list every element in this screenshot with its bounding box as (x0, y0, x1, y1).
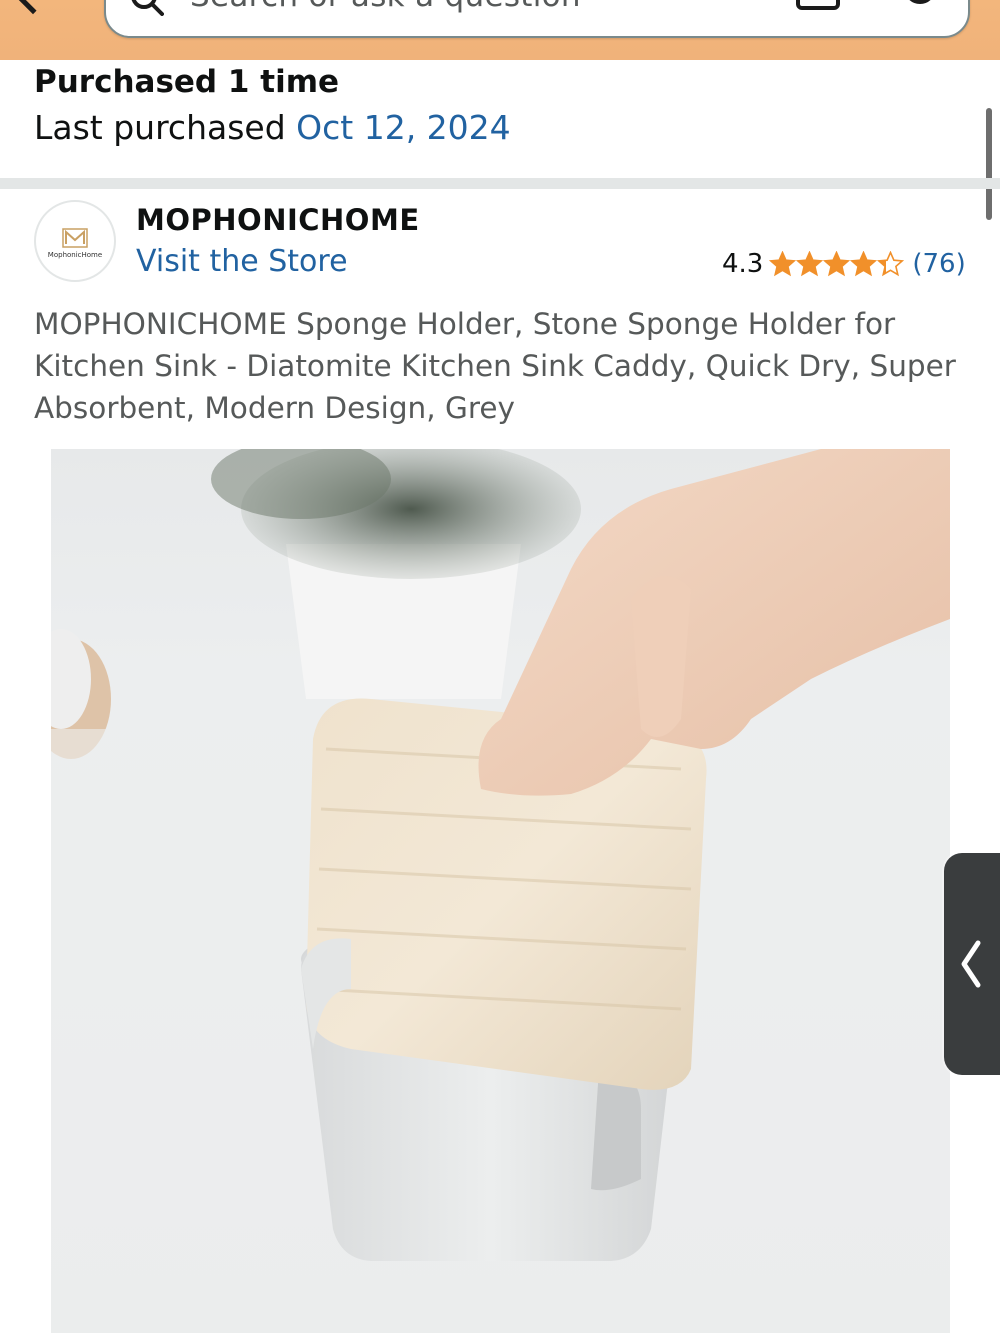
purchase-history: Purchased 1 time Last purchased Oct 12, … (0, 60, 1000, 178)
last-purchased-label: Last purchased (34, 108, 297, 147)
brand-logo-text: MophonicHome (47, 250, 103, 259)
star-icon (769, 251, 797, 277)
purchase-count: Purchased 1 time (34, 64, 340, 100)
side-panel-handle[interactable] (944, 853, 1000, 1075)
camera-icon[interactable] (796, 0, 840, 10)
star-rating (769, 251, 905, 277)
product-image[interactable] (51, 449, 950, 1333)
last-purchased: Last purchased Oct 12, 2024 (34, 108, 511, 147)
star-icon (850, 251, 878, 277)
microphone-icon[interactable] (902, 0, 938, 12)
back-chevron-icon[interactable] (11, 0, 55, 15)
search-input[interactable]: Search or ask a question (104, 0, 970, 38)
product-title[interactable]: MOPHONICHOME Sponge Holder, Stone Sponge… (34, 303, 974, 429)
scrollbar[interactable] (986, 108, 992, 220)
rating-value: 4.3 (722, 249, 764, 279)
last-purchased-date[interactable]: Oct 12, 2024 (296, 108, 511, 147)
section-divider (0, 178, 1000, 189)
star-icon (796, 251, 824, 277)
star-icon (823, 251, 851, 277)
product-photo (51, 449, 950, 1333)
rating-summary[interactable]: 4.3 (76) (722, 247, 966, 281)
chevron-left-icon (961, 940, 981, 988)
rating-count-link[interactable]: (76) (912, 249, 965, 279)
brand-logo[interactable]: MophonicHome (34, 200, 116, 282)
star-icon (877, 251, 905, 277)
visit-store-link[interactable]: Visit the Store (136, 244, 348, 279)
search-icon[interactable] (130, 0, 164, 16)
top-search-bar: Search or ask a question (0, 0, 1000, 60)
search-placeholder: Search or ask a question (190, 0, 581, 14)
product-page: Search or ask a question Purchased 1 tim… (0, 0, 1000, 1333)
brand-logo-mark-icon (62, 227, 88, 248)
brand-name: MOPHONICHOME (136, 203, 420, 237)
